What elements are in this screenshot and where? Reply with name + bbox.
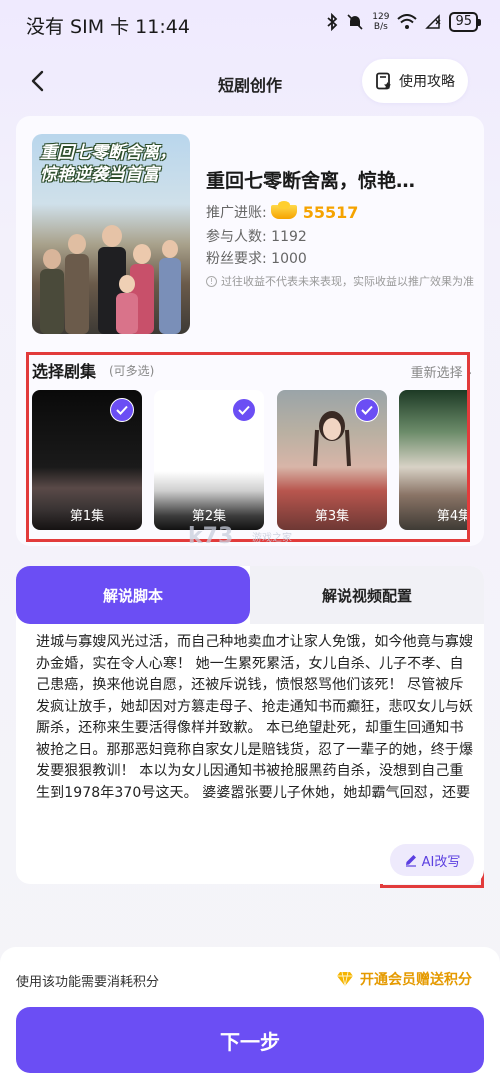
participants: 参与人数: 1192 — [206, 229, 307, 245]
episode-list: 第1集 第2集 第3集 第4集 — [32, 390, 468, 532]
script-card: 解说脚本 解说视频配置 进城与寡嫂风光过活，而自己种地卖血才让家人免饿，如今他竟… — [16, 566, 484, 884]
battery-indicator: 95 — [449, 12, 481, 32]
gold-ingot-icon — [270, 201, 297, 219]
nav-bar: 短剧创作 使用攻略 — [0, 52, 500, 110]
tab-video-config[interactable]: 解说视频配置 — [250, 566, 484, 624]
reselect-button[interactable]: 重新选择 › — [411, 362, 472, 381]
guide-label: 使用攻略 — [399, 74, 455, 90]
checkmark-icon — [355, 398, 379, 422]
episode-section-subtitle: (可多选) — [109, 364, 155, 378]
poster-people-illustration — [40, 225, 181, 334]
checkmark-icon — [110, 398, 134, 422]
status-icons: 129 B/s 95 — [326, 12, 481, 32]
reselect-label: 重新选择 — [410, 366, 463, 381]
info-icon: ! — [206, 276, 217, 287]
guide-book-icon — [376, 72, 391, 90]
script-textarea[interactable]: 进城与寡嫂风光过活，而自己种地卖血才让家人免饿，如今他竟与寡嫂办金婚，实在令人心… — [36, 632, 476, 804]
edit-pen-icon — [405, 855, 416, 867]
episode-item-4[interactable]: 第4集 — [399, 390, 468, 530]
bluetooth-icon — [327, 13, 338, 31]
episode-item-1[interactable]: 第1集 — [32, 390, 142, 530]
mute-bell-icon — [347, 14, 363, 30]
episode-label: 第4集 — [436, 509, 468, 524]
next-button[interactable]: 下一步 — [16, 1007, 484, 1073]
member-link[interactable]: 开通会员赠送积分 — [336, 969, 472, 989]
episode-item-2[interactable]: 第2集 — [154, 390, 264, 530]
promotion-income: 推广进账: 55517 — [206, 201, 359, 222]
poster-title: 重回七零断舍离，惊艳逆袭当首富 — [40, 143, 176, 185]
episode-label: 第1集 — [69, 509, 105, 524]
wifi-icon — [397, 14, 418, 29]
footer: 使用该功能需要消耗积分 开通会员赠送积分 下一步 — [0, 947, 500, 1083]
signal-off-icon — [425, 14, 441, 29]
ai-rewrite-label: AI改写 — [421, 854, 461, 870]
episode-label: 第3集 — [314, 509, 350, 524]
watermark-logo: k73 — [188, 524, 234, 549]
episode-label: 第2集 — [191, 509, 227, 524]
net-speed: 129 B/s — [372, 12, 390, 32]
guide-button[interactable]: 使用攻略 — [362, 59, 468, 103]
member-link-label: 开通会员赠送积分 — [360, 972, 472, 988]
episode-3-thumbnail-figure — [313, 411, 351, 467]
checkmark-icon — [232, 398, 256, 422]
ai-rewrite-button[interactable]: AI改写 — [390, 844, 474, 876]
tab-script[interactable]: 解说脚本 — [16, 566, 250, 624]
progress-label: 推广进账: — [206, 205, 267, 221]
drama-title: 重回七零断舍离，惊艳… — [206, 170, 416, 192]
points-note: 使用该功能需要消耗积分 — [16, 975, 160, 990]
watermark-sub: 游戏之家 — [252, 533, 292, 544]
episode-header: 选择剧集 (可多选) 重新选择 › — [32, 358, 472, 382]
status-bar: 没有 SIM 卡 11:44 129 B/s 95 — [0, 0, 500, 50]
episode-item-3[interactable]: 第3集 — [277, 390, 387, 530]
disclaimer-text: 过往收益不代表未来表现，实际收益以推广效果为准 — [221, 275, 474, 288]
episode-section-title: 选择剧集 — [32, 362, 97, 381]
disclaimer: ! 过往收益不代表未来表现，实际收益以推广效果为准 — [206, 274, 474, 289]
progress-value: 55517 — [302, 202, 359, 222]
drama-poster: 重回七零断舍离，惊艳逆袭当首富 — [32, 134, 190, 334]
fans-required: 粉丝要求: 1000 — [206, 251, 307, 267]
diamond-icon — [337, 971, 353, 987]
status-carrier-time: 没有 SIM 卡 11:44 — [26, 16, 190, 38]
